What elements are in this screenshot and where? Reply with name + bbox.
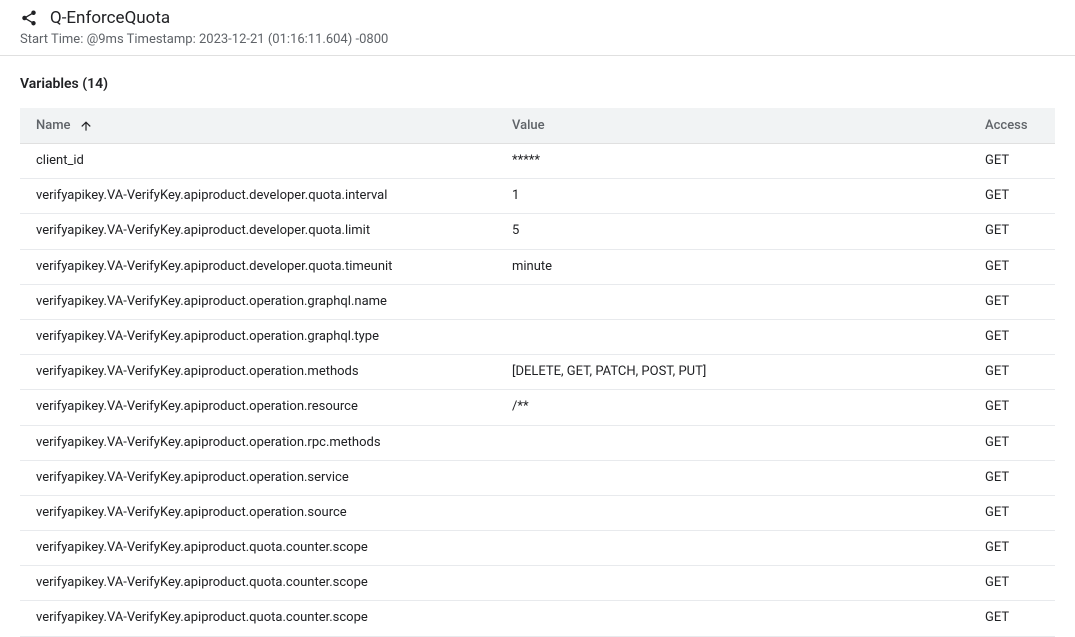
cell-access: GET: [985, 469, 1055, 487]
column-header-name[interactable]: Name: [20, 118, 512, 133]
cell-value: [512, 434, 985, 452]
cell-name: verifyapikey.VA-VerifyKey.apiproduct.dev…: [20, 187, 512, 205]
table-row[interactable]: verifyapikey.VA-VerifyKey.apiproduct.dev…: [20, 214, 1055, 249]
table-row[interactable]: verifyapikey.VA-VerifyKey.apiproduct.ope…: [20, 461, 1055, 496]
cell-name: verifyapikey.VA-VerifyKey.apiproduct.dev…: [20, 222, 512, 240]
variables-table: Name Value Access client_id*****GETverif…: [20, 108, 1055, 637]
cell-name: verifyapikey.VA-VerifyKey.apiproduct.quo…: [20, 574, 512, 592]
cell-name: verifyapikey.VA-VerifyKey.apiproduct.ope…: [20, 328, 512, 346]
cell-name: verifyapikey.VA-VerifyKey.apiproduct.quo…: [20, 539, 512, 557]
cell-value: [512, 469, 985, 487]
page-title: Q-EnforceQuota: [50, 8, 170, 28]
cell-name: verifyapikey.VA-VerifyKey.apiproduct.ope…: [20, 363, 512, 381]
cell-name: verifyapikey.VA-VerifyKey.apiproduct.ope…: [20, 469, 512, 487]
table-row[interactable]: verifyapikey.VA-VerifyKey.apiproduct.ope…: [20, 355, 1055, 390]
cell-name: verifyapikey.VA-VerifyKey.apiproduct.ope…: [20, 504, 512, 522]
cell-value: 5: [512, 222, 985, 240]
cell-name: verifyapikey.VA-VerifyKey.apiproduct.ope…: [20, 398, 512, 416]
content: Variables (14) Name Value Access client_…: [0, 56, 1075, 637]
cell-value: [512, 504, 985, 522]
table-row[interactable]: verifyapikey.VA-VerifyKey.apiproduct.dev…: [20, 250, 1055, 285]
cell-access: GET: [985, 539, 1055, 557]
table-row[interactable]: verifyapikey.VA-VerifyKey.apiproduct.quo…: [20, 566, 1055, 601]
variables-section-title: Variables (14): [20, 76, 1055, 92]
cell-value: minute: [512, 258, 985, 276]
table-row[interactable]: verifyapikey.VA-VerifyKey.apiproduct.ope…: [20, 426, 1055, 461]
table-row[interactable]: verifyapikey.VA-VerifyKey.apiproduct.ope…: [20, 320, 1055, 355]
column-header-value-label: Value: [512, 118, 545, 133]
cell-value: [512, 293, 985, 311]
column-header-access-label: Access: [985, 118, 1028, 133]
table-row[interactable]: verifyapikey.VA-VerifyKey.apiproduct.quo…: [20, 601, 1055, 636]
table-row[interactable]: verifyapikey.VA-VerifyKey.apiproduct.ope…: [20, 285, 1055, 320]
sort-ascending-icon: [79, 119, 93, 133]
cell-access: GET: [985, 222, 1055, 240]
cell-value: [512, 574, 985, 592]
cell-access: GET: [985, 258, 1055, 276]
cell-access: GET: [985, 187, 1055, 205]
cell-access: GET: [985, 152, 1055, 170]
cell-value: [512, 539, 985, 557]
table-row[interactable]: verifyapikey.VA-VerifyKey.apiproduct.ope…: [20, 496, 1055, 531]
page-subtitle: Start Time: @9ms Timestamp: 2023-12-21 (…: [20, 32, 1055, 47]
cell-value: [512, 328, 985, 346]
cell-value: 1: [512, 187, 985, 205]
column-header-name-label: Name: [36, 118, 71, 133]
cell-access: GET: [985, 434, 1055, 452]
page-header: Q-EnforceQuota Start Time: @9ms Timestam…: [0, 0, 1075, 56]
cell-value: [DELETE, GET, PATCH, POST, PUT]: [512, 363, 985, 381]
cell-access: GET: [985, 363, 1055, 381]
column-header-value[interactable]: Value: [512, 118, 985, 133]
cell-name: verifyapikey.VA-VerifyKey.apiproduct.ope…: [20, 434, 512, 452]
cell-access: GET: [985, 574, 1055, 592]
cell-access: GET: [985, 328, 1055, 346]
cell-value: *****: [512, 152, 985, 170]
table-header: Name Value Access: [20, 108, 1055, 144]
cell-name: verifyapikey.VA-VerifyKey.apiproduct.dev…: [20, 258, 512, 276]
cell-access: GET: [985, 398, 1055, 416]
cell-name: verifyapikey.VA-VerifyKey.apiproduct.ope…: [20, 293, 512, 311]
cell-value: [512, 609, 985, 627]
cell-name: verifyapikey.VA-VerifyKey.apiproduct.quo…: [20, 609, 512, 627]
cell-name: client_id: [20, 152, 512, 170]
cell-access: GET: [985, 504, 1055, 522]
cell-value: /**: [512, 398, 985, 416]
cell-access: GET: [985, 293, 1055, 311]
table-row[interactable]: verifyapikey.VA-VerifyKey.apiproduct.dev…: [20, 179, 1055, 214]
table-row[interactable]: verifyapikey.VA-VerifyKey.apiproduct.ope…: [20, 390, 1055, 425]
column-header-access[interactable]: Access: [985, 118, 1055, 133]
table-row[interactable]: verifyapikey.VA-VerifyKey.apiproduct.quo…: [20, 531, 1055, 566]
table-row[interactable]: client_id*****GET: [20, 144, 1055, 179]
header-title-row: Q-EnforceQuota: [20, 8, 1055, 28]
share-icon: [20, 9, 38, 27]
cell-access: GET: [985, 609, 1055, 627]
